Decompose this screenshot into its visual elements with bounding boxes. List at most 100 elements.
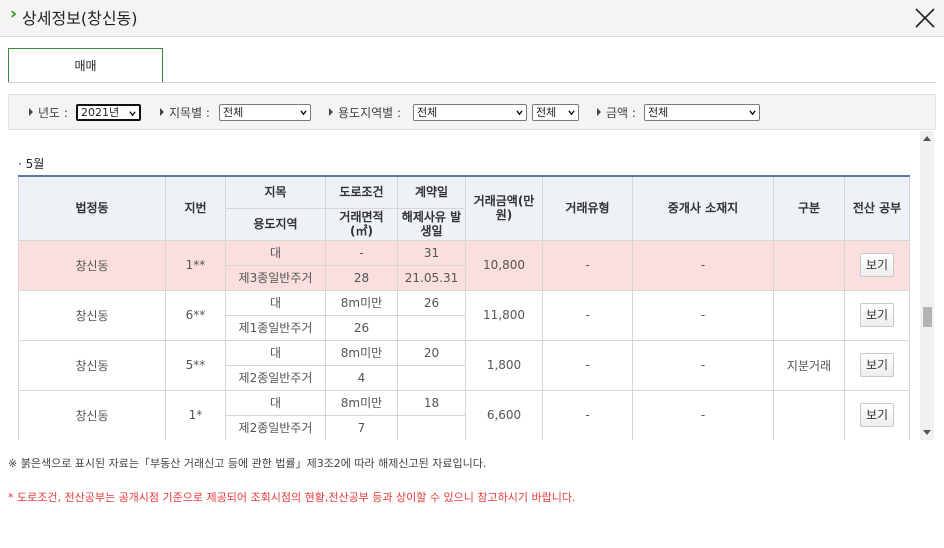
- header-jibun: 지번: [165, 175, 226, 241]
- cell-zone: 제2종일반주거: [225, 364, 326, 391]
- cell-jibun: 1**: [165, 239, 226, 291]
- amount-filter-label: 금액 :: [597, 105, 636, 121]
- cell-broker: -: [632, 289, 774, 341]
- table-row: 창신동 6** 대 8m미만 26 11,800 - - 보기: [18, 289, 910, 341]
- cell-area: 28: [325, 264, 398, 291]
- cell-zone: 제1종일반주거: [225, 314, 326, 341]
- table-row: 창신동 1** 대 - 31 10,800 - - 보기: [18, 239, 910, 291]
- view-register-button[interactable]: 보기: [860, 303, 894, 327]
- table-body: 창신동 1** 대 - 31 10,800 - - 보기 제3종일반주거 28 …: [18, 239, 910, 440]
- cell-zone: 제3종일반주거: [225, 264, 326, 291]
- arrow-right-icon: [29, 108, 33, 116]
- header-broker: 중개사 소재지: [632, 175, 774, 241]
- filter-bar: 년도 : 2021년 지목별 : 전체 용도지역별 : 전체 전체 금액 : 전…: [8, 94, 936, 130]
- header-register: 전산 공부: [844, 175, 910, 241]
- amount-select[interactable]: 전체: [644, 104, 760, 121]
- cell-broker: -: [632, 339, 774, 391]
- cell-cancel: [397, 414, 466, 440]
- scrollbar-thumb[interactable]: [923, 307, 932, 327]
- cell-dong: 창신동: [18, 239, 166, 291]
- chevron-down-icon: [300, 110, 307, 116]
- chevron-down-icon: [129, 111, 136, 117]
- vertical-scrollbar[interactable]: [920, 131, 934, 440]
- close-button[interactable]: [912, 5, 938, 31]
- cell-broker: -: [632, 239, 774, 291]
- disclaimer-note: * 도로조건, 전산공부는 공개시점 기준으로 제공되어 조회시점의 현황,전산…: [8, 491, 576, 504]
- chevron-down-icon: [568, 110, 575, 116]
- tab-divider: [8, 82, 936, 83]
- cell-area: 26: [325, 314, 398, 341]
- cell-road: 8m미만: [325, 339, 398, 366]
- chevron-down-icon: [749, 110, 756, 116]
- cell-type: -: [542, 339, 633, 391]
- cell-register: 보기: [844, 389, 910, 440]
- cell-type: -: [542, 389, 633, 440]
- zone-sub-select[interactable]: 전체: [532, 104, 579, 121]
- results-panel[interactable]: · 5월 법정동 지번 지목 도로조건 계약일 거래금액(만원) 거래유형 중개…: [8, 131, 934, 440]
- cell-road: 8m미만: [325, 389, 398, 416]
- arrow-right-icon: [597, 108, 601, 116]
- header-type: 거래유형: [542, 175, 633, 241]
- cell-register: 보기: [844, 339, 910, 391]
- cell-contract: 20: [397, 339, 466, 366]
- header-dong: 법정동: [18, 175, 166, 241]
- zone-select[interactable]: 전체: [413, 104, 527, 121]
- cell-jibun: 6**: [165, 289, 226, 341]
- land-select[interactable]: 전체: [219, 104, 311, 121]
- tab-sale[interactable]: 매매: [8, 48, 163, 83]
- transactions-table: 법정동 지번 지목 도로조건 계약일 거래금액(만원) 거래유형 중개사 소재지…: [18, 175, 910, 440]
- header-gubun: 구분: [773, 175, 845, 241]
- cell-dong: 창신동: [18, 339, 166, 391]
- cell-contract: 26: [397, 289, 466, 316]
- view-register-button[interactable]: 보기: [860, 253, 894, 277]
- cell-type: -: [542, 239, 633, 291]
- close-icon: [915, 8, 935, 28]
- title-bar: › 상세정보(창신동): [0, 0, 944, 37]
- cell-road: 8m미만: [325, 289, 398, 316]
- cell-cancel: [397, 314, 466, 341]
- transactions-table-wrapper: 법정동 지번 지목 도로조건 계약일 거래금액(만원) 거래유형 중개사 소재지…: [18, 175, 910, 440]
- cell-register: 보기: [844, 289, 910, 341]
- cell-gubun: [773, 389, 845, 440]
- cell-gubun: [773, 289, 845, 341]
- cell-area: 7: [325, 414, 398, 440]
- cell-dong: 창신동: [18, 289, 166, 341]
- header-contract: 계약일: [397, 175, 466, 209]
- cell-zone: 제2종일반주거: [225, 414, 326, 440]
- chevron-down-icon: [516, 110, 523, 116]
- view-register-button[interactable]: 보기: [860, 403, 894, 427]
- cell-contract: 31: [397, 239, 466, 266]
- cell-dong: 창신동: [18, 389, 166, 440]
- header-jimok: 지목: [225, 175, 326, 209]
- cell-broker: -: [632, 389, 774, 440]
- arrow-right-icon: [160, 108, 164, 116]
- cell-jibun: 1*: [165, 389, 226, 440]
- cell-jimok: 대: [225, 389, 326, 416]
- cell-amount: 1,800: [465, 339, 543, 391]
- cell-amount: 6,600: [465, 389, 543, 440]
- cell-jimok: 대: [225, 339, 326, 366]
- cell-gubun: [773, 239, 845, 291]
- window-title: 상세정보(창신동): [22, 9, 138, 28]
- year-filter-label: 년도 :: [29, 105, 68, 121]
- cell-gubun: 지분거래: [773, 339, 845, 391]
- month-heading: · 5월: [18, 157, 45, 171]
- year-select[interactable]: 2021년: [76, 104, 141, 121]
- cell-type: -: [542, 289, 633, 341]
- zone-filter-label: 용도지역별 :: [329, 105, 401, 121]
- cell-register: 보기: [844, 239, 910, 291]
- view-register-button[interactable]: 보기: [860, 353, 894, 377]
- scroll-down-arrow-icon[interactable]: [923, 430, 931, 435]
- title-chevron-icon: ›: [10, 4, 18, 24]
- scroll-up-arrow-icon[interactable]: [923, 136, 931, 141]
- cell-cancel: 21.05.31: [397, 264, 466, 291]
- cell-amount: 10,800: [465, 239, 543, 291]
- header-road: 도로조건: [325, 175, 398, 209]
- cell-jibun: 5**: [165, 339, 226, 391]
- header-area: 거래면적 (㎡): [325, 207, 398, 241]
- table-row: 창신동 5** 대 8m미만 20 1,800 - - 지분거래 보기: [18, 339, 910, 391]
- cell-cancel: [397, 364, 466, 391]
- cell-area: 4: [325, 364, 398, 391]
- table-row: 창신동 1* 대 8m미만 18 6,600 - - 보기: [18, 389, 910, 440]
- cell-jimok: 대: [225, 289, 326, 316]
